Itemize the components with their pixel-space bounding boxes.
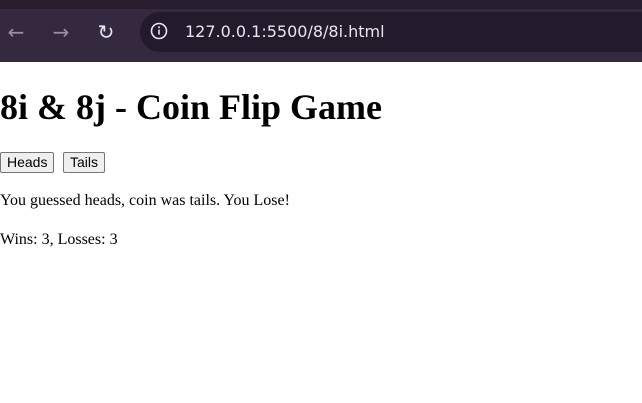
address-bar[interactable]: 127.0.0.1:5500/8/8i.html [140, 12, 642, 52]
heads-button[interactable]: Heads [0, 152, 55, 173]
result-text: You guessed heads, coin was tails. You L… [0, 192, 290, 209]
back-arrow-icon[interactable]: ← [2, 18, 30, 46]
forward-arrow-icon[interactable]: → [47, 18, 75, 46]
page-title: 8i & 8j - Coin Flip Game [0, 87, 382, 127]
url-text[interactable]: 127.0.0.1:5500/8/8i.html [185, 22, 385, 41]
info-icon[interactable] [150, 22, 168, 40]
score-text: Wins: 3, Losses: 3 [0, 231, 118, 248]
page-content: 8i & 8j - Coin Flip Game Heads Tails You… [0, 62, 642, 403]
tails-button[interactable]: Tails [63, 152, 106, 173]
browser-toolbar: ← → ↻ 127.0.0.1:5500/8/8i.html [0, 0, 642, 62]
reload-icon[interactable]: ↻ [92, 18, 120, 46]
